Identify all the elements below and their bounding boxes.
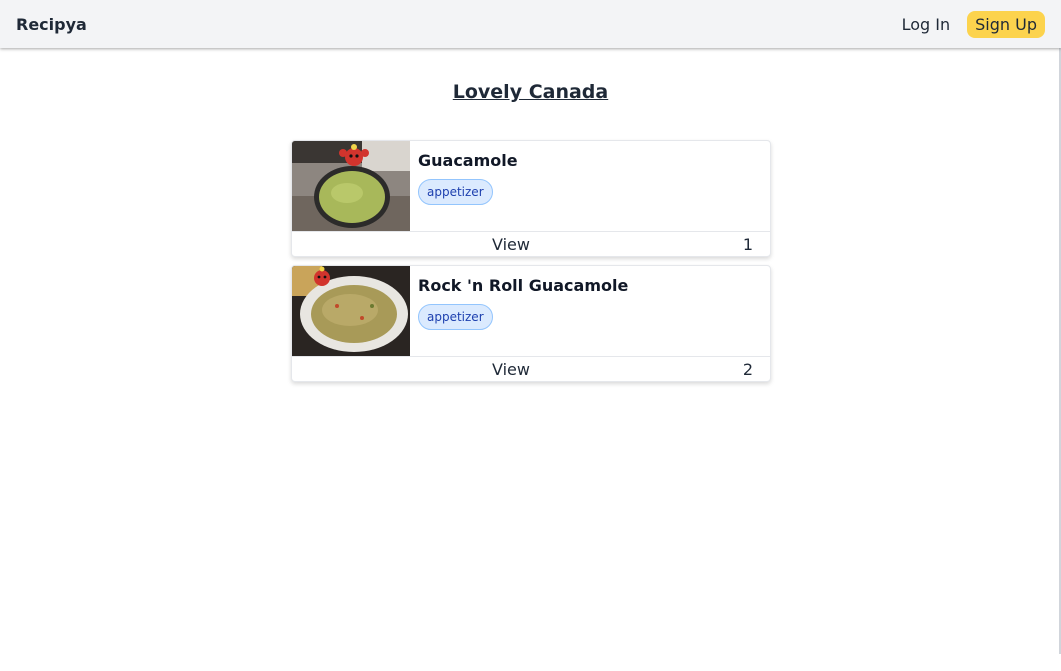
recipe-title[interactable]: Rock 'n Roll Guacamole bbox=[418, 276, 628, 295]
login-button[interactable]: Log In bbox=[894, 11, 959, 38]
page-title: Lovely Canada bbox=[452, 81, 609, 103]
view-recipe-button[interactable]: View bbox=[492, 235, 530, 254]
recipe-thumbnail[interactable] bbox=[292, 141, 410, 231]
recipe-card: Guacamole appetizer View 1 bbox=[291, 140, 771, 257]
card-footer: View 2 bbox=[292, 356, 770, 381]
recipe-card: Rock 'n Roll Guacamole appetizer View 2 bbox=[291, 265, 771, 382]
card-footer: View 1 bbox=[292, 231, 770, 256]
recipe-index: 1 bbox=[742, 235, 753, 254]
view-recipe-button[interactable]: View bbox=[492, 360, 530, 379]
top-navbar: Recipya Log In Sign Up bbox=[0, 0, 1061, 48]
recipe-index: 2 bbox=[742, 360, 753, 379]
category-tag[interactable]: appetizer bbox=[418, 304, 493, 330]
auth-actions: Log In Sign Up bbox=[894, 10, 1045, 38]
signup-button[interactable]: Sign Up bbox=[967, 10, 1045, 38]
brand-logo-link[interactable]: Recipya bbox=[16, 15, 87, 34]
recipe-list: Guacamole appetizer View 1 Rock 'n Roll … bbox=[291, 140, 771, 390]
recipe-title[interactable]: Guacamole bbox=[418, 151, 518, 170]
recipe-thumbnail[interactable] bbox=[292, 266, 410, 356]
category-tag[interactable]: appetizer bbox=[418, 179, 493, 205]
